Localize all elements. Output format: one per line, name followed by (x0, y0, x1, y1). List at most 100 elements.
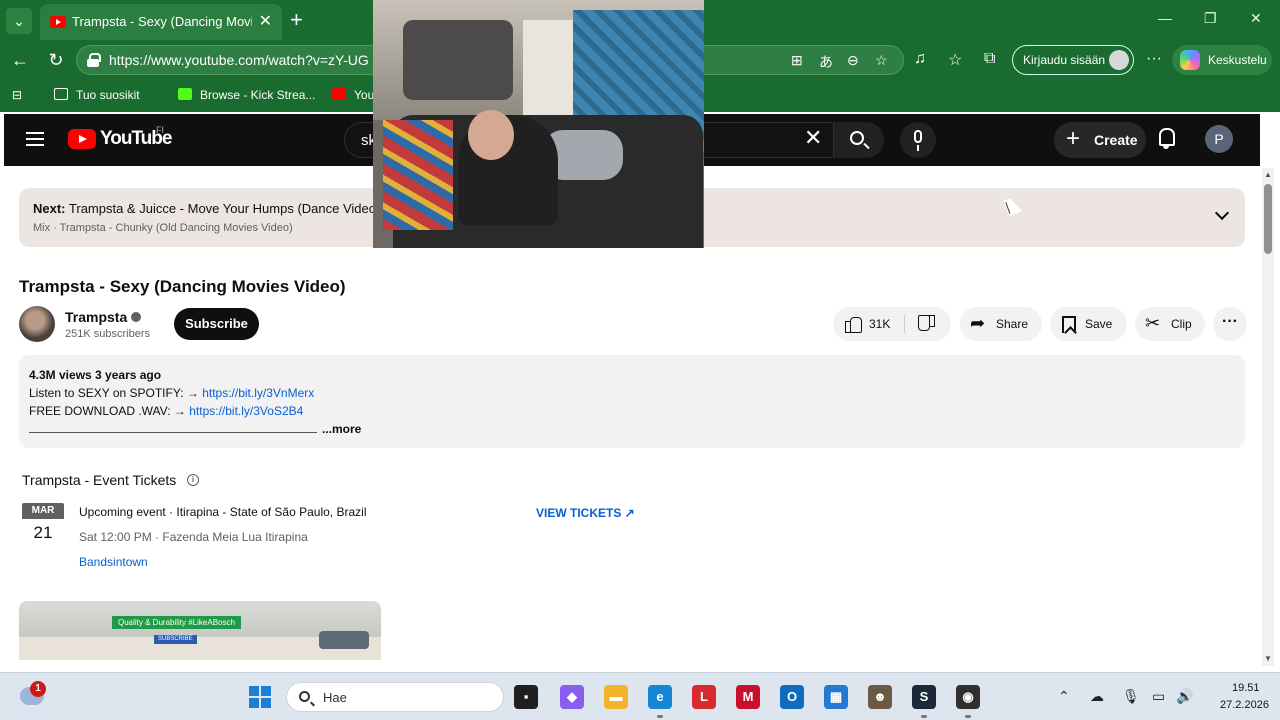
kick-icon (178, 88, 192, 100)
channel-avatar[interactable] (19, 306, 55, 342)
microphone-tray-icon[interactable]: 🎙 (1122, 688, 1140, 705)
spotify-link[interactable]: https://bit.ly/3VnMerx (202, 386, 314, 400)
event-month: MAR (22, 503, 64, 519)
favorite-star-icon[interactable]: ☆ (875, 52, 888, 69)
pip-clothes (403, 20, 513, 100)
like-count[interactable]: 31K (869, 317, 890, 331)
clip-button[interactable]: ✂ Clip (1135, 307, 1205, 341)
info-icon[interactable]: i (187, 474, 199, 486)
clock-time[interactable]: 19.51 (1232, 682, 1260, 694)
edge-app-icon[interactable]: e (648, 685, 672, 709)
pip-blanket (383, 120, 453, 230)
store-app-icon[interactable]: ▦ (824, 685, 848, 709)
tab-actions-icon[interactable]: ⌄ (6, 8, 32, 34)
description-divider (29, 432, 317, 433)
channel-name[interactable]: Trampsta (65, 309, 127, 325)
copilot-button[interactable]: Keskustelu (1172, 45, 1272, 75)
l-app-app-icon[interactable]: L (692, 685, 716, 709)
new-tab-icon[interactable]: + (290, 8, 303, 32)
ticket-provider-link[interactable]: Bandsintown (79, 555, 148, 569)
profile-avatar-icon (1109, 50, 1129, 70)
game-app-icon[interactable]: ☻ (868, 685, 892, 709)
description-line-spotify: Listen to SEXY on SPOTIFY: → https://bit… (29, 386, 314, 400)
ad-thumbnail[interactable]: Quality & Durability #LikeABosch SUBSCRI… (19, 601, 381, 660)
onedrive-icon[interactable]: ☁ (1090, 688, 1104, 705)
up-next-title: Next: Trampsta & Juicce - Move Your Hump… (33, 201, 380, 216)
file-explorer-app-icon[interactable]: ▬ (604, 685, 628, 709)
account-avatar[interactable]: P (1205, 125, 1233, 153)
like-dislike-group: 31K (833, 307, 951, 341)
menu-icon[interactable] (26, 132, 44, 146)
view-count-date: 4.3M views 3 years ago (29, 368, 162, 382)
dislike-icon[interactable] (919, 317, 935, 333)
event-day: 21 (33, 523, 53, 542)
refresh-icon[interactable]: ↻ (44, 48, 68, 72)
restore-icon[interactable]: ❐ (1204, 10, 1217, 27)
webcam-overlay (373, 0, 704, 248)
voice-search-button[interactable] (900, 122, 936, 158)
notifications-bell-icon[interactable] (1158, 128, 1175, 149)
bookmark-label: Tuo suosikit (76, 88, 140, 102)
more-actions-icon[interactable]: ··· (1213, 307, 1247, 341)
close-window-icon[interactable]: ✕ (1250, 10, 1262, 27)
task-view-app-icon[interactable]: ▪ (514, 685, 538, 709)
subscriber-count: 251K subscribers (65, 328, 150, 340)
mcafee-app-icon[interactable]: M (736, 685, 760, 709)
copilot-icon (1180, 50, 1200, 70)
network-icon[interactable]: ▭ (1152, 688, 1165, 705)
volume-icon[interactable]: 🔊 (1176, 688, 1193, 705)
taskbar-search-input[interactable]: Hae (286, 682, 504, 712)
music-icon[interactable]: ♫ (914, 50, 926, 68)
more-options-icon[interactable]: ··· (1146, 50, 1162, 68)
collections-icon[interactable]: ⧉ (984, 50, 995, 68)
bookmark-youtube[interactable]: You (332, 88, 374, 102)
plus-icon: + (1066, 125, 1081, 152)
share-icon: ➦ (970, 313, 986, 333)
save-button[interactable]: Save (1050, 307, 1127, 341)
scroll-up-icon[interactable]: ▲ (1264, 170, 1272, 179)
zoom-icon[interactable]: ⊖ (847, 52, 859, 69)
verified-icon (131, 312, 141, 322)
scrollbar-thumb[interactable] (1264, 184, 1272, 254)
description-box[interactable]: 4.3M views 3 years ago Listen to SEXY on… (19, 355, 1245, 448)
favorites-icon[interactable]: ☆ (948, 50, 962, 70)
ad-subscribe-badge: SUBSCRIBE (154, 635, 197, 644)
page-scrollbar[interactable] (1262, 168, 1274, 666)
tickets-section-title: Trampsta - Event Tickets (22, 472, 177, 488)
windows-taskbar: 1 Hae ▪ ◆ ▬ e L M O ▦ ☻ S ◉ ⌃ ☁ 🎙 ▭ 🔊 19.51 27.2.2… (0, 672, 1280, 720)
event-time-venue: Sat 12:00 PM · Fazenda Meia Lua Itirapin… (79, 530, 308, 544)
country-code: FI (156, 125, 164, 135)
show-more-link[interactable]: ...more (322, 422, 361, 436)
app-available-icon[interactable]: ⊞ (791, 52, 803, 69)
subscribe-button[interactable]: Subscribe (174, 308, 259, 340)
copilot-app-icon[interactable]: ◆ (560, 685, 584, 709)
description-text: Listen to SEXY on SPOTIFY: → (29, 386, 203, 400)
bookmark-kick[interactable]: Browse - Kick Strea... (178, 88, 315, 102)
bookmark-import[interactable]: Tuo suosikit (54, 88, 140, 102)
chevron-down-icon[interactable] (1214, 205, 1230, 221)
share-label: Share (996, 317, 1029, 331)
clear-search-icon[interactable]: ✕ (804, 126, 822, 150)
share-button[interactable]: ➦ Share (960, 307, 1042, 341)
download-link[interactable]: https://bit.ly/3VoS2B4 (189, 404, 303, 418)
view-tickets-link[interactable]: VIEW TICKETS ↗ (536, 506, 635, 520)
signin-button[interactable]: Kirjaudu sisään (1012, 45, 1134, 75)
translate-icon[interactable]: あ (819, 52, 833, 72)
clock-date[interactable]: 27.2.2026 (1220, 699, 1269, 711)
close-tab-icon[interactable]: ✕ (259, 11, 272, 31)
obs-app-icon[interactable]: ◉ (956, 685, 980, 709)
like-icon[interactable] (845, 315, 862, 333)
back-icon[interactable]: ← (8, 48, 32, 72)
youtube-icon (332, 88, 346, 100)
browser-tab[interactable]: Trampsta - Sexy (Dancing Movies Video) -… (40, 4, 282, 40)
tray-chevron-up-icon[interactable]: ⌃ (1058, 688, 1070, 705)
scroll-down-icon[interactable]: ▼ (1264, 654, 1272, 663)
search-button[interactable] (834, 122, 884, 158)
outlook-app-icon[interactable]: O (780, 685, 804, 709)
youtube-logo-icon[interactable] (68, 129, 96, 149)
reading-icon[interactable]: ⊟ (12, 88, 22, 102)
start-windows-icon[interactable] (249, 686, 271, 708)
create-button[interactable]: + Create (1054, 122, 1146, 158)
minimize-icon[interactable]: — (1158, 10, 1172, 26)
steam-app-icon[interactable]: S (912, 685, 936, 709)
